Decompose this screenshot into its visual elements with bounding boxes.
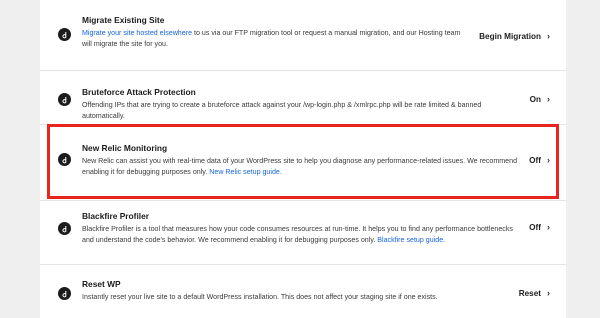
new-relic-toggle-button[interactable]: Off ›	[529, 155, 550, 165]
logo-icon	[58, 222, 71, 235]
logo-icon	[58, 153, 71, 166]
row-description: New Relic can assist you with real-time …	[82, 156, 522, 178]
row-migrate-existing-site: Migrate Existing Site Migrate your site …	[40, 12, 566, 56]
settings-panel: Migrate Existing Site Migrate your site …	[40, 0, 566, 318]
row-content: Reset WP Instantly reset your live site …	[82, 279, 522, 303]
begin-migration-button[interactable]: Begin Migration ›	[479, 31, 550, 41]
action-label: On	[529, 94, 541, 104]
bruteforce-toggle-button[interactable]: On ›	[530, 94, 550, 104]
divider	[40, 70, 566, 71]
row-new-relic-monitoring: New Relic Monitoring New Relic can assis…	[40, 138, 566, 188]
row-blackfire-profiler: Blackfire Profiler Blackfire Profiler is…	[40, 208, 566, 258]
logo-icon	[58, 287, 71, 300]
divider	[40, 264, 566, 265]
reset-button[interactable]: Reset ›	[519, 288, 550, 298]
chevron-right-icon: ›	[547, 31, 550, 41]
row-content: Migrate Existing Site Migrate your site …	[82, 15, 462, 50]
row-description-text: New Relic can assist you with real-time …	[82, 157, 518, 176]
action-label: Off	[529, 155, 541, 165]
row-title: Reset WP	[82, 279, 121, 289]
migrate-elsewhere-link[interactable]: Migrate your site hosted elsewhere	[82, 29, 192, 37]
logo-icon	[58, 93, 71, 106]
new-relic-setup-guide-link[interactable]: New Relic setup guide.	[209, 168, 282, 176]
action-label: Reset	[518, 288, 541, 298]
divider	[40, 124, 566, 125]
row-title: New Relic Monitoring	[82, 143, 168, 153]
row-content: Blackfire Profiler Blackfire Profiler is…	[82, 211, 522, 246]
blackfire-toggle-button[interactable]: Off ›	[529, 222, 550, 232]
chevron-right-icon: ›	[547, 94, 550, 104]
row-description: Blackfire Profiler is a tool that measur…	[82, 224, 522, 246]
chevron-right-icon: ›	[547, 155, 550, 165]
divider	[40, 200, 566, 201]
action-label: Begin Migration	[479, 31, 541, 41]
row-title: Bruteforce Attack Protection	[82, 87, 196, 97]
row-bruteforce-protection: Bruteforce Attack Protection Offending I…	[40, 82, 566, 122]
row-content: Bruteforce Attack Protection Offending I…	[82, 87, 522, 122]
row-title: Blackfire Profiler	[82, 211, 150, 221]
row-description-text: Blackfire Profiler is a tool that measur…	[82, 225, 513, 244]
row-title: Migrate Existing Site	[82, 15, 165, 25]
logo-icon	[58, 28, 71, 41]
chevron-right-icon: ›	[547, 288, 550, 298]
action-label: Off	[529, 222, 541, 232]
row-description: Instantly reset your live site to a defa…	[82, 293, 438, 301]
row-content: New Relic Monitoring New Relic can assis…	[82, 143, 522, 178]
blackfire-setup-guide-link[interactable]: Blackfire setup guide.	[377, 236, 445, 244]
row-description: Migrate your site hosted elsewhere to us…	[82, 28, 462, 50]
row-reset-wp: Reset WP Instantly reset your live site …	[40, 276, 566, 312]
row-description: Offending IPs that are trying to create …	[82, 101, 482, 120]
chevron-right-icon: ›	[547, 222, 550, 232]
